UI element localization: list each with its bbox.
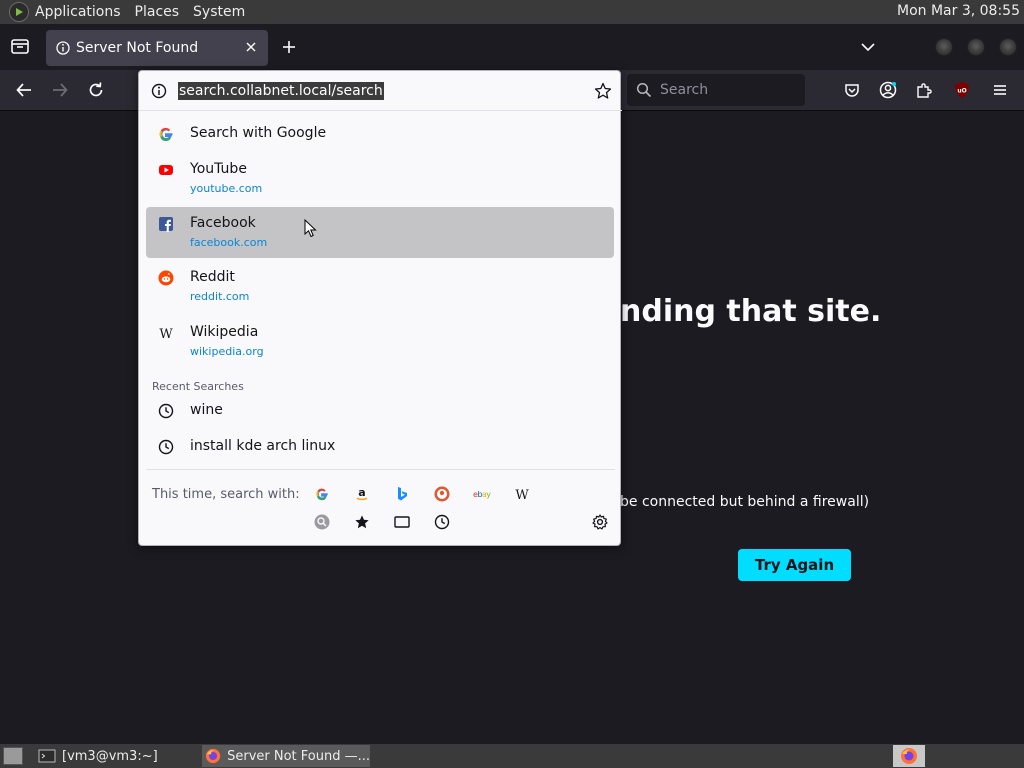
pocket-icon[interactable] — [843, 81, 861, 99]
google-icon — [159, 127, 173, 142]
urlbar[interactable]: search.collabnet.local/search — [139, 71, 622, 111]
reddit-icon — [158, 270, 174, 286]
search-placeholder: Search — [660, 82, 709, 98]
tab-strip: Server Not Found — [0, 24, 1024, 70]
recent-search-item[interactable]: wine — [146, 395, 614, 427]
new-tab-button[interactable] — [280, 38, 298, 56]
close-window-button[interactable] — [999, 38, 1017, 56]
bottom-taskbar: [vm3@vm3:~] Server Not Found —... — [0, 744, 1024, 768]
back-arrow-icon[interactable] — [15, 81, 33, 99]
reload-icon[interactable] — [87, 81, 105, 99]
search-bar[interactable]: Search — [627, 74, 805, 106]
amazon-icon[interactable]: a — [352, 484, 372, 504]
error-description-line: be connected but behind a firewall) — [620, 494, 870, 510]
svg-text:uO: uO — [957, 88, 966, 95]
forward-arrow-icon[interactable] — [51, 81, 69, 99]
youtube-icon — [159, 165, 173, 175]
svg-text:W: W — [515, 488, 529, 502]
terminal-icon — [38, 749, 56, 763]
history-icon[interactable] — [432, 512, 452, 532]
result-url: wikipedia.org — [190, 345, 264, 358]
system-top-panel: Applications Places System Mon Mar 3, 08… — [0, 0, 1024, 24]
facebook-icon — [159, 217, 173, 232]
tabs-icon[interactable] — [392, 512, 412, 532]
one-off-search-label: This time, search with: — [152, 487, 300, 502]
maximize-button[interactable] — [967, 38, 985, 56]
ebay-icon[interactable]: e b a y — [472, 484, 492, 504]
list-all-tabs-chevron-icon[interactable] — [860, 40, 876, 54]
firefox-icon — [901, 748, 917, 764]
result-reddit[interactable]: Reddit reddit.com — [146, 261, 614, 309]
result-search-with-google[interactable]: Search with Google — [146, 118, 614, 150]
ublock-origin-icon[interactable]: uO — [953, 81, 971, 99]
tab-title: Server Not Found — [76, 40, 199, 56]
result-url: facebook.com — [190, 236, 268, 249]
menu-places[interactable]: Places — [135, 4, 180, 20]
svg-text:W: W — [159, 327, 173, 341]
duckduckgo-icon[interactable] — [432, 484, 452, 504]
menu-applications[interactable]: Applications — [35, 4, 121, 20]
bing-icon[interactable] — [392, 484, 412, 504]
recent-search-text: install kde arch linux — [190, 438, 336, 454]
recent-search-text: wine — [190, 402, 223, 418]
firefox-view-icon[interactable] — [10, 36, 30, 56]
urlbar-dropdown: search.collabnet.local/search Search wit… — [138, 70, 622, 546]
recent-searches-header: Recent Searches — [152, 380, 244, 393]
try-again-button[interactable]: Try Again — [738, 549, 851, 581]
site-info-icon[interactable] — [151, 83, 167, 99]
result-title: YouTube — [190, 161, 247, 177]
close-icon[interactable] — [244, 40, 258, 54]
minimize-button[interactable] — [935, 38, 953, 56]
result-url: youtube.com — [190, 182, 263, 195]
system-logo-icon[interactable] — [9, 2, 29, 22]
menu-system[interactable]: System — [193, 4, 245, 20]
wikipedia-icon[interactable]: W — [512, 484, 532, 504]
result-title: Reddit — [190, 269, 235, 285]
firefox-icon — [205, 748, 221, 764]
bookmark-star-icon[interactable] — [594, 82, 612, 100]
result-url: reddit.com — [190, 290, 250, 303]
recent-search-item[interactable]: install kde arch linux — [146, 431, 614, 463]
result-youtube[interactable]: YouTube youtube.com — [146, 153, 614, 201]
mouse-cursor-icon — [304, 219, 317, 238]
taskbar-item-label: Server Not Found —... — [227, 748, 370, 764]
extensions-icon[interactable] — [915, 81, 933, 99]
account-icon[interactable] — [879, 81, 897, 99]
result-title: Wikipedia — [190, 324, 259, 340]
google-icon[interactable] — [312, 484, 332, 504]
error-title: nding that site. — [620, 294, 882, 329]
result-title: Facebook — [190, 215, 256, 231]
svg-text:a: a — [358, 486, 365, 499]
workspace-switcher[interactable] — [893, 745, 925, 767]
taskbar-item-firefox[interactable]: Server Not Found —... — [202, 745, 370, 767]
wikipedia-icon: W — [159, 327, 173, 341]
result-facebook[interactable]: Facebook facebook.com — [146, 207, 614, 258]
result-title: Search with Google — [190, 125, 327, 141]
divider — [146, 469, 615, 470]
svg-text:y: y — [486, 490, 491, 499]
search-settings-gear-icon[interactable] — [590, 512, 610, 532]
search-engines-icon[interactable] — [312, 512, 332, 532]
taskbar-item-terminal[interactable]: [vm3@vm3:~] — [34, 745, 198, 767]
history-clock-icon — [158, 439, 174, 455]
bookmarks-icon[interactable] — [352, 512, 372, 532]
tab-server-not-found[interactable]: Server Not Found — [46, 30, 268, 66]
clock[interactable]: Mon Mar 3, 08:55 — [897, 3, 1020, 19]
urlbar-input[interactable]: search.collabnet.local/search — [178, 82, 384, 100]
history-clock-icon — [158, 403, 174, 419]
info-icon — [56, 41, 70, 55]
taskbar-item-label: [vm3@vm3:~] — [62, 748, 158, 764]
search-icon — [636, 82, 652, 98]
show-desktop-button[interactable] — [3, 747, 23, 765]
hamburger-menu-icon[interactable] — [991, 81, 1009, 99]
result-wikipedia[interactable]: W Wikipedia wikipedia.org — [146, 316, 614, 364]
